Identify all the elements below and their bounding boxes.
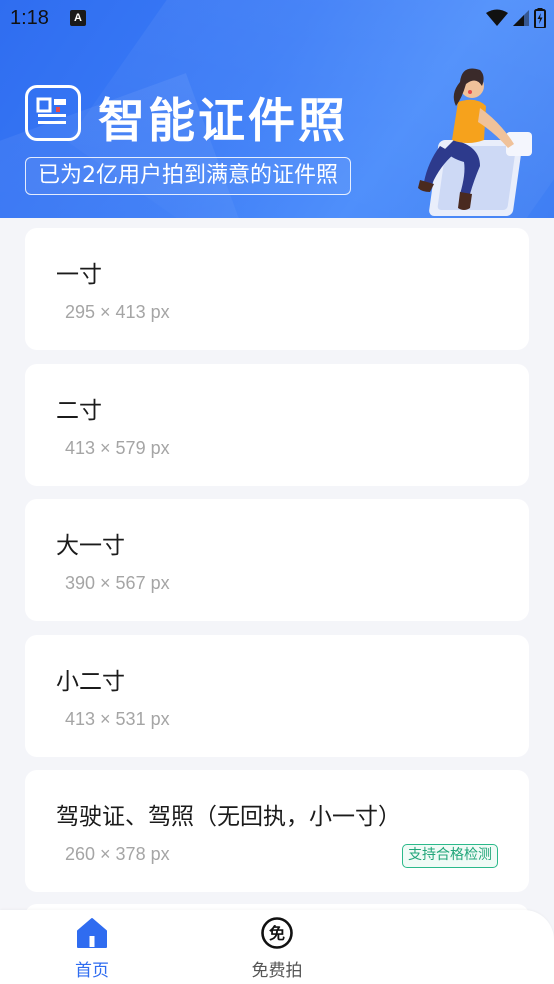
free-badge-glyph: 免 (269, 924, 285, 943)
tab-home-label: 首页 (75, 961, 109, 981)
photo-size-card-1[interactable]: 一寸 295 × 413 px (25, 228, 529, 350)
photo-size-name: 二寸 (56, 397, 102, 424)
home-icon (77, 918, 107, 948)
id-photo-logo-icon (25, 85, 81, 141)
photo-size-card-4[interactable]: 小二寸 413 × 531 px (25, 634, 529, 757)
photo-size-card-3[interactable]: 大一寸 390 × 567 px (25, 499, 529, 621)
app-title: 智能证件照 (98, 94, 348, 149)
photo-size-dimensions: 260 × 378 px (65, 844, 170, 864)
status-time: 1:18 (10, 7, 49, 29)
header-banner: 1:18 A 智能证件照 已为2亿用户拍到满意的证件照 (0, 0, 554, 218)
photo-size-name: 小二寸 (56, 668, 125, 695)
photo-size-dimensions: 390 × 567 px (65, 573, 170, 593)
photo-size-dimensions: 295 × 413 px (65, 302, 170, 322)
notification-icon: A (70, 10, 86, 26)
photo-size-dimensions: 413 × 579 px (65, 437, 170, 458)
photo-size-dimensions: 413 × 531 px (65, 708, 170, 729)
woman-sitting-on-phone-illustration (418, 68, 532, 216)
tab-free-label: 免费拍 (251, 961, 303, 981)
photo-size-name: 驾驶证、驾照（无回执，小一寸） (56, 804, 401, 830)
tab-home[interactable]: 首页 (32, 916, 152, 982)
qualification-check-badge: 支持合格检测 (402, 844, 498, 868)
slogan-badge: 已为2亿用户拍到满意的证件照 (25, 157, 351, 195)
status-bar: 1:18 A (0, 0, 554, 38)
photo-size-list: 一寸 295 × 413 px 二寸 413 × 579 px 大一寸 390 … (25, 228, 529, 906)
bottom-tab-bar: 首页 免 免费拍 (0, 910, 554, 984)
photo-size-card-5[interactable]: 驾驶证、驾照（无回执，小一寸） 260 × 378 px 支持合格检测 (25, 770, 529, 892)
wifi-icon (486, 9, 508, 26)
signal-icon (513, 10, 529, 26)
photo-size-card-2[interactable]: 二寸 413 × 579 px (25, 363, 529, 486)
free-badge-icon: 免 (261, 917, 293, 949)
battery-icon (534, 8, 546, 28)
status-icons (486, 7, 546, 29)
photo-size-name: 大一寸 (56, 533, 125, 559)
photo-size-name: 一寸 (56, 262, 102, 288)
tab-free-shoot[interactable]: 免 免费拍 (217, 916, 337, 982)
